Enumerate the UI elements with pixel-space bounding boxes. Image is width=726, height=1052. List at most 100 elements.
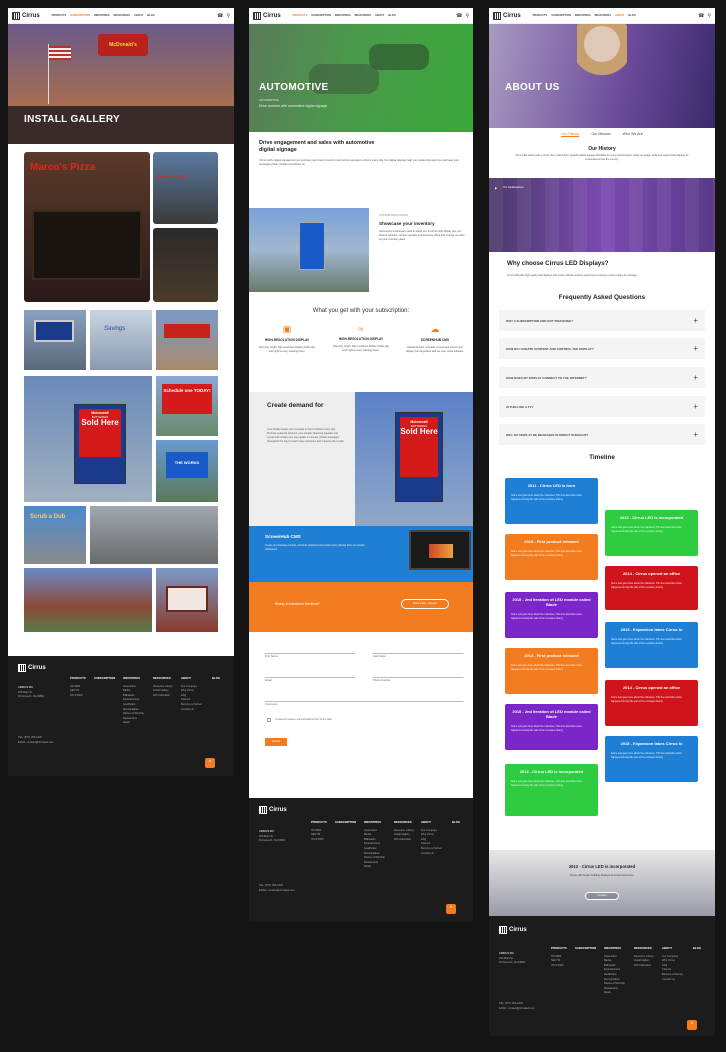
tab-who[interactable]: Who We Are xyxy=(623,132,643,137)
phone-icon[interactable]: ☎ xyxy=(217,13,223,19)
cta-button[interactable]: Book today / request xyxy=(401,599,449,609)
gallery-image-works[interactable]: THE WORKS xyxy=(156,440,218,502)
comments-field[interactable]: Comments xyxy=(265,692,463,706)
intro-text: Cirrus LED's digital signage lets you pr… xyxy=(259,159,459,166)
demand-section: Create demand for Your display keeps you… xyxy=(249,392,473,526)
headquarters-video[interactable]: ▶ Our Headquarters xyxy=(489,178,715,252)
timeline-card-title: 2013 - First product released xyxy=(524,653,579,658)
last-name-field[interactable]: Last Name xyxy=(373,644,463,658)
cta-section: Ready to transform the drive? Book today… xyxy=(249,582,473,632)
gallery-image-scrub[interactable]: Scrub a Dub xyxy=(24,506,86,564)
phone-icon[interactable]: ☎ xyxy=(698,13,704,19)
menu-products[interactable]: PRODUCTS xyxy=(533,14,548,17)
automotive-hero: AUTOMOTIVE AUTOMOTIVE Drive revenue with… xyxy=(249,24,473,132)
faq-item[interactable]: HOW DOES MY DISPLAY CONNECT TO THE INTER… xyxy=(499,367,705,388)
first-name-field[interactable]: First Name xyxy=(265,644,355,658)
consent-checkbox[interactable] xyxy=(267,718,271,722)
back-to-top-button[interactable]: ^ xyxy=(446,904,456,914)
main-menu: PRODUCTS SUBSCRIPTION INDUSTRIES RESOURC… xyxy=(533,14,636,17)
menu-blog[interactable]: BLOG xyxy=(628,14,636,17)
subscription-title: What you get with your subscription: xyxy=(312,308,410,314)
faq-item[interactable]: WHY A SUBSCRIPTION AND NOT FINANCING? + xyxy=(499,310,705,331)
building-image xyxy=(8,106,234,144)
gallery-image-interior[interactable] xyxy=(153,228,218,302)
menu-blog[interactable]: BLOG xyxy=(388,14,396,17)
timeline-card: 2015 - Expansion takes Cirrus to Some tex… xyxy=(605,622,698,668)
gallery-image-church-sign[interactable] xyxy=(156,568,218,632)
phone-icon[interactable]: ☎ xyxy=(456,13,462,19)
intro-title: Drive engagement and sales with automoti… xyxy=(259,140,375,153)
menu-industries[interactable]: INDUSTRIES xyxy=(335,14,351,17)
timeline-card-text: Some text goes here about the milestone.… xyxy=(511,550,582,557)
timeline-card: 2015 - 2nd iteration of LED module calle… xyxy=(505,704,598,750)
timeline-card-text: Some text goes here about the milestone.… xyxy=(511,664,582,671)
tab-mission[interactable]: Our Mission xyxy=(591,132,610,137)
submit-button[interactable]: Submit xyxy=(265,738,287,746)
menu-industries[interactable]: INDUSTRIES xyxy=(575,14,591,17)
menu-products[interactable]: PRODUCTS xyxy=(293,14,308,17)
flag-image xyxy=(49,46,71,60)
faq-item[interactable]: HOW DO I CREATE CONTENT AND CONTROL THE … xyxy=(499,338,705,359)
menu-resources[interactable]: RESOURCES xyxy=(114,14,130,17)
menu-industries[interactable]: INDUSTRIES xyxy=(94,14,110,17)
menu-blog[interactable]: BLOG xyxy=(147,14,155,17)
brand-logo[interactable]: Cirrus xyxy=(253,11,281,20)
gallery-image-motorcraft[interactable]: Motorcraft BATTERIES Sold Here xyxy=(24,376,152,502)
timeline-card-text: Some text goes here about the milestone.… xyxy=(511,780,582,787)
banner-button[interactable]: Contact xyxy=(585,892,619,900)
timeline-card: 2014 - Cirrus opened an office Some text … xyxy=(605,680,698,726)
back-to-top-button[interactable]: ^ xyxy=(205,758,215,768)
footer-logo-icon xyxy=(18,664,26,672)
footer-logo-icon xyxy=(259,806,267,814)
timeline-card-title: 2015 - 2nd iteration of LED module calle… xyxy=(512,597,591,607)
back-to-top-button[interactable]: ^ xyxy=(687,1020,697,1030)
menu-about[interactable]: ABOUT xyxy=(375,14,384,17)
case-title: Showcase your inventory xyxy=(379,221,435,226)
gallery-image-pylon[interactable] xyxy=(24,310,86,370)
dealership-image xyxy=(249,208,369,292)
search-icon[interactable]: ⚲ xyxy=(465,13,469,19)
wifi-icon: ≈ xyxy=(358,324,364,334)
menu-subscription[interactable]: SUBSCRIPTION xyxy=(551,14,571,17)
gallery-image-marcos[interactable]: Marco's Pizza xyxy=(24,152,150,302)
menu-resources[interactable]: RESOURCES xyxy=(355,14,371,17)
gallery-image-marcos-small[interactable]: Marco's Pizza xyxy=(153,152,218,224)
timeline-card-text: Some text goes here about the milestone.… xyxy=(611,526,682,533)
main-menu: PRODUCTS SUBSCRIPTION INDUSTRIES RESOURC… xyxy=(293,14,396,17)
menu-subscription[interactable]: SUBSCRIPTION xyxy=(70,14,90,17)
phone-field[interactable]: Phone Number xyxy=(373,668,463,682)
menu-subscription[interactable]: SUBSCRIPTION xyxy=(311,14,331,17)
faq-item[interactable]: WILL MY DISPLAY BE READABLE IN DIRECT SU… xyxy=(499,424,705,445)
cms-screenshot xyxy=(409,530,471,570)
menu-about[interactable]: ABOUT xyxy=(134,14,143,17)
timeline-card-title: 2014 - Cirrus opened an office xyxy=(622,571,681,576)
timeline-card-title: 2012 - Cirrus LED is incorporated xyxy=(519,769,584,774)
gallery-image-church[interactable] xyxy=(24,568,152,632)
logo-icon xyxy=(253,11,261,20)
plus-icon: + xyxy=(693,316,698,325)
gallery-image-savings[interactable]: Savings xyxy=(90,310,152,370)
plus-icon: + xyxy=(693,373,698,382)
timeline-card-title: 2012 - Cirrus LED is incorporated xyxy=(619,515,684,520)
banner-section: 2012 - Cirrus LED is incorporated Cirrus… xyxy=(489,850,715,916)
footer-logo-icon xyxy=(499,926,507,934)
automotive-page: Cirrus PRODUCTS SUBSCRIPTION INDUSTRIES … xyxy=(249,8,473,922)
timeline-card-text: Some text goes here about the milestone.… xyxy=(611,638,682,645)
search-icon[interactable]: ⚲ xyxy=(707,13,711,19)
menu-about[interactable]: ABOUT xyxy=(615,14,624,17)
brand-logo[interactable]: Cirrus xyxy=(493,11,521,20)
play-icon[interactable]: ▶ xyxy=(495,186,497,190)
email-field[interactable]: Email xyxy=(265,668,355,682)
laptop-icon: ▣ xyxy=(282,324,292,334)
gallery-image-storefront[interactable] xyxy=(156,310,218,370)
tab-history[interactable]: Our History xyxy=(561,132,580,137)
car-image xyxy=(369,44,429,70)
gallery-image-warehouse[interactable] xyxy=(90,506,218,564)
menu-resources[interactable]: RESOURCES xyxy=(595,14,611,17)
brand-logo[interactable]: Cirrus xyxy=(12,11,40,20)
menu-products[interactable]: PRODUCTS xyxy=(52,14,67,17)
search-icon[interactable]: ⚲ xyxy=(226,13,230,19)
gallery-image-schedule[interactable]: Schedule one TODAY! xyxy=(156,376,218,436)
faq-item[interactable]: IS THIS LIKE A TV? + xyxy=(499,396,705,417)
marcos-sign: Marco's Pizza xyxy=(30,162,96,173)
